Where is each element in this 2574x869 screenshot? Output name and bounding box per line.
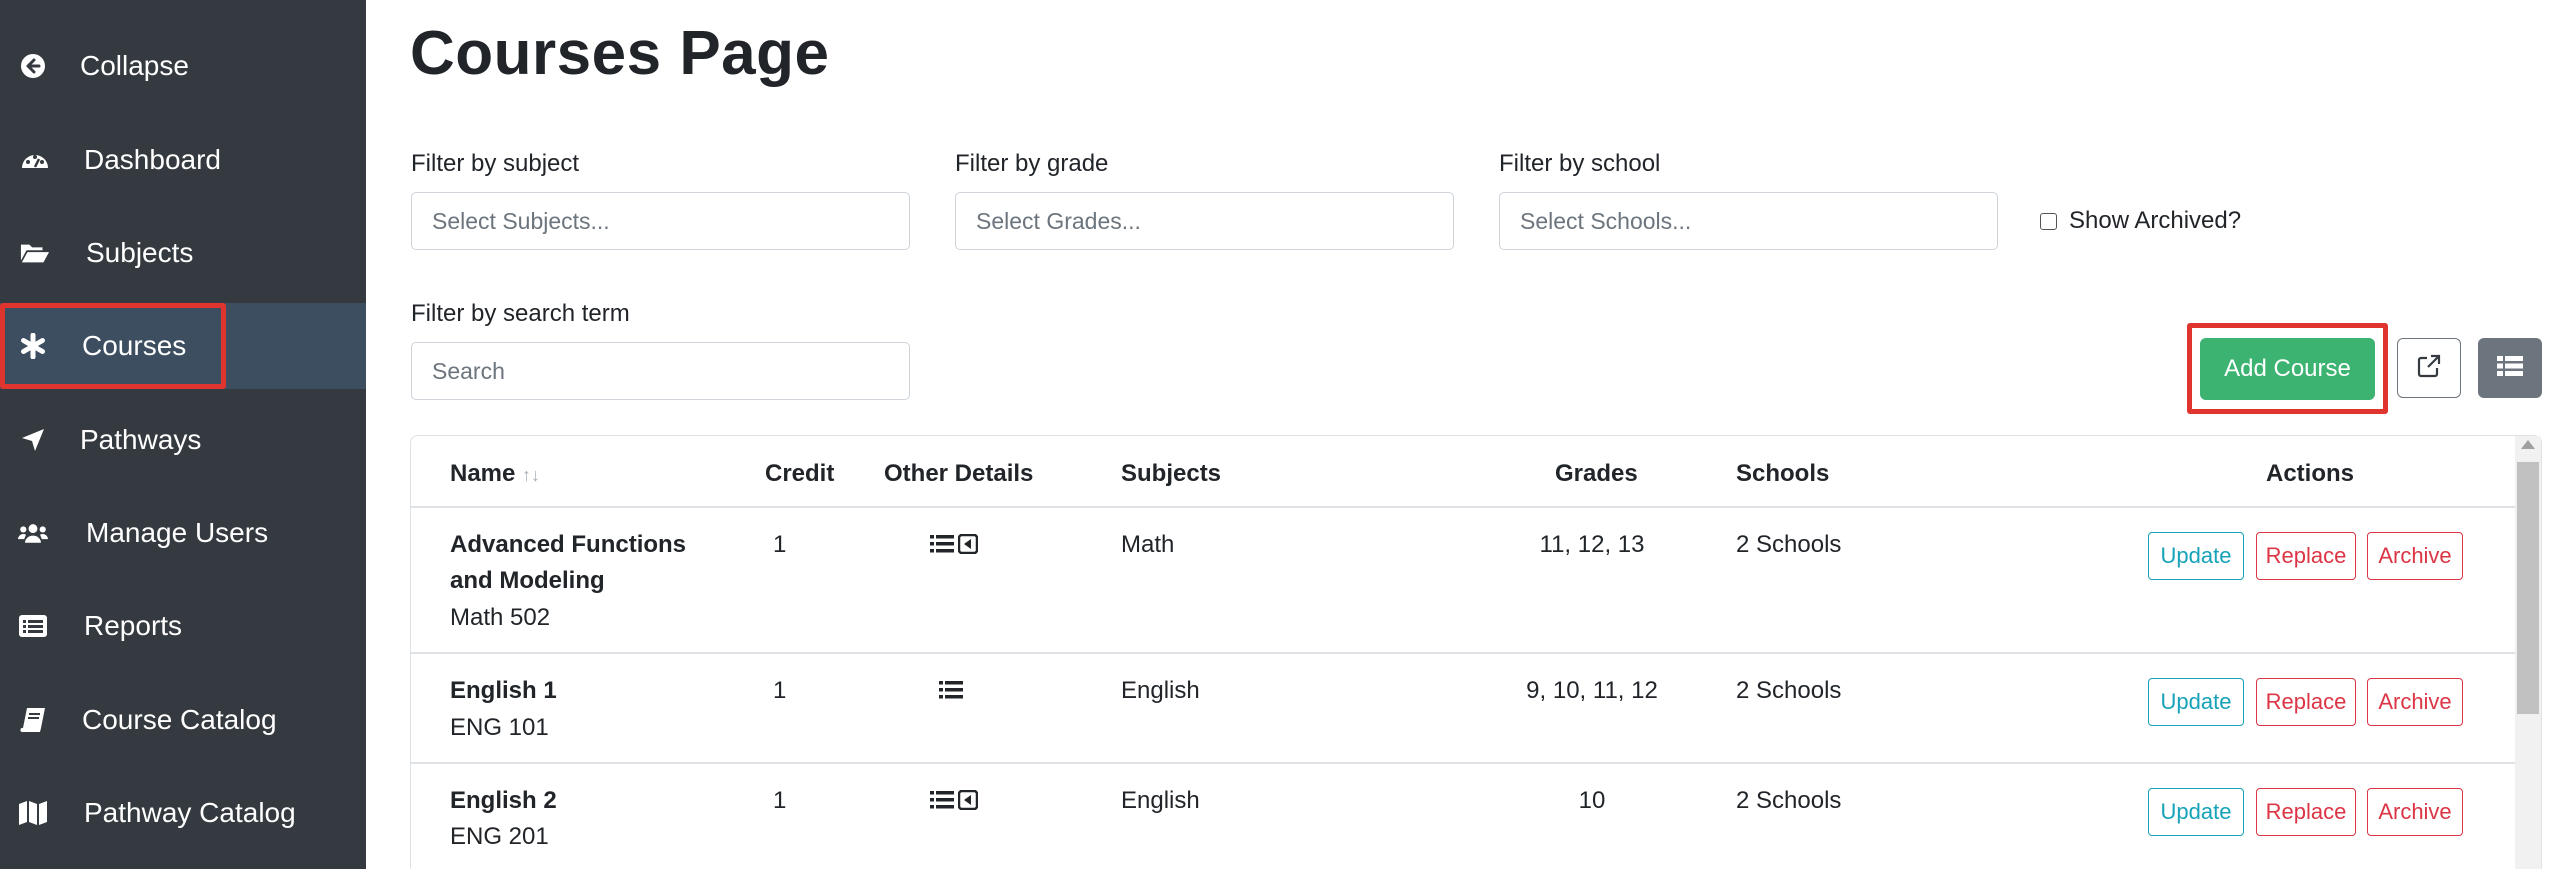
filter-subject-label: Filter by subject <box>411 150 580 177</box>
show-archived-toggle[interactable]: Show Archived? <box>2040 207 2241 235</box>
subject-select[interactable]: Select Subjects... <box>411 192 910 250</box>
course-name: English 2 <box>450 787 557 814</box>
list-alt-icon <box>18 611 48 641</box>
grade-select[interactable]: Select Grades... <box>955 192 1454 250</box>
course-schools: 2 Schools <box>1736 531 1842 558</box>
external-link-icon <box>2416 353 2442 384</box>
course-code: ENG 201 <box>450 823 549 850</box>
replace-button[interactable]: Replace <box>2256 788 2356 836</box>
other-details <box>930 789 979 815</box>
sidebar-item-manage-users[interactable]: Manage Users <box>0 490 366 576</box>
list-view-button[interactable] <box>2478 338 2542 398</box>
asterisk-icon <box>18 331 48 361</box>
show-archived-checkbox[interactable] <box>2040 212 2057 230</box>
update-button[interactable]: Update <box>2148 532 2244 580</box>
course-schools: 2 Schools <box>1736 787 1842 814</box>
course-credit: 1 <box>773 787 787 814</box>
course-grades: 11, 12, 13 <box>1539 531 1645 558</box>
course-credit: 1 <box>773 677 787 704</box>
sidebar-item-pathways[interactable]: Pathways <box>0 397 366 483</box>
sidebar-item-subjects[interactable]: Subjects <box>0 210 366 296</box>
table-divider <box>411 506 2515 508</box>
course-subjects: English <box>1121 787 1200 814</box>
column-header-other-details: Other Details <box>884 460 1034 487</box>
course-credit: 1 <box>773 531 787 558</box>
course-subjects: English <box>1121 677 1200 704</box>
sidebar-item-label: Dashboard <box>84 144 221 175</box>
tachometer-icon <box>20 145 50 175</box>
sidebar-item-label: Pathways <box>80 424 202 455</box>
sidebar-item-label: Pathway Catalog <box>84 797 296 828</box>
update-button[interactable]: Update <box>2148 788 2244 836</box>
list-icon[interactable] <box>930 534 954 559</box>
filter-school-label: Filter by school <box>1499 150 1661 177</box>
arrow-circle-left-icon <box>18 51 48 81</box>
table-divider <box>411 762 2515 764</box>
other-details <box>930 533 979 559</box>
caret-square-left-icon[interactable] <box>957 533 979 559</box>
sidebar-item-courses[interactable]: Courses <box>0 303 366 389</box>
add-course-button[interactable]: Add Course <box>2200 338 2375 400</box>
filter-search-label: Filter by search term <box>411 300 630 327</box>
other-details <box>939 680 963 705</box>
map-icon <box>18 798 48 828</box>
course-schools: 2 Schools <box>1736 677 1842 704</box>
column-header-schools: Schools <box>1736 460 1830 487</box>
sidebar-item-reports[interactable]: Reports <box>0 583 366 669</box>
sidebar-item-label: Reports <box>84 610 183 641</box>
school-select[interactable]: Select Schools... <box>1499 192 1998 250</box>
course-grades: 10 <box>1578 787 1606 814</box>
export-button[interactable] <box>2397 338 2461 398</box>
book-icon <box>18 705 48 735</box>
replace-button[interactable]: Replace <box>2256 532 2356 580</box>
list-view-icon <box>2496 355 2524 382</box>
course-subjects: Math <box>1121 531 1175 558</box>
course-name: Advanced Functions <box>450 531 687 558</box>
sort-icon[interactable]: ↑↓ <box>522 465 540 485</box>
users-icon <box>18 518 48 548</box>
archive-button[interactable]: Archive <box>2367 788 2463 836</box>
sidebar-item-label: Manage Users <box>86 517 269 548</box>
course-name: English 1 <box>450 677 557 704</box>
column-header-grades: Grades <box>1555 460 1638 487</box>
sidebar-item-collapse[interactable]: Collapse <box>0 23 366 109</box>
sidebar-item-label: Courses <box>82 330 187 361</box>
table-divider <box>411 652 2515 654</box>
sidebar-item-label: Collapse <box>80 50 189 81</box>
course-code: Math 502 <box>450 604 551 631</box>
filter-grade-label: Filter by grade <box>955 150 1109 177</box>
column-header-credit: Credit <box>765 460 835 487</box>
archive-button[interactable]: Archive <box>2367 678 2463 726</box>
sidebar: Collapse Dashboard Subjects Courses Path… <box>0 0 366 869</box>
column-header-actions: Actions <box>2266 460 2355 487</box>
replace-button[interactable]: Replace <box>2256 678 2356 726</box>
archive-button[interactable]: Archive <box>2367 532 2463 580</box>
caret-square-left-icon[interactable] <box>957 789 979 815</box>
search-input[interactable]: Search <box>411 342 910 400</box>
list-icon[interactable] <box>939 680 963 705</box>
course-code: ENG 101 <box>450 714 549 741</box>
list-icon[interactable] <box>930 790 954 815</box>
course-grades: 9, 10, 11, 12 <box>1526 677 1658 704</box>
show-archived-label: Show Archived? <box>2069 207 2242 234</box>
update-button[interactable]: Update <box>2148 678 2244 726</box>
sidebar-item-course-catalog[interactable]: Course Catalog <box>0 677 366 763</box>
column-header-name[interactable]: Name ↑↓ <box>450 460 540 488</box>
course-name-cont: and Modeling <box>450 567 605 594</box>
sidebar-item-label: Subjects <box>86 237 194 268</box>
sidebar-item-label: Course Catalog <box>82 704 277 735</box>
scroll-up-arrow-icon[interactable] <box>2521 440 2535 449</box>
sidebar-item-dashboard[interactable]: Dashboard <box>0 117 366 203</box>
column-header-subjects: Subjects <box>1121 460 1222 487</box>
folder-open-icon <box>20 238 50 268</box>
location-arrow-icon <box>18 425 48 455</box>
scrollbar-thumb[interactable] <box>2517 462 2539 714</box>
page-title: Courses Page <box>410 19 830 88</box>
sidebar-item-pathway-catalog[interactable]: Pathway Catalog <box>0 770 366 856</box>
